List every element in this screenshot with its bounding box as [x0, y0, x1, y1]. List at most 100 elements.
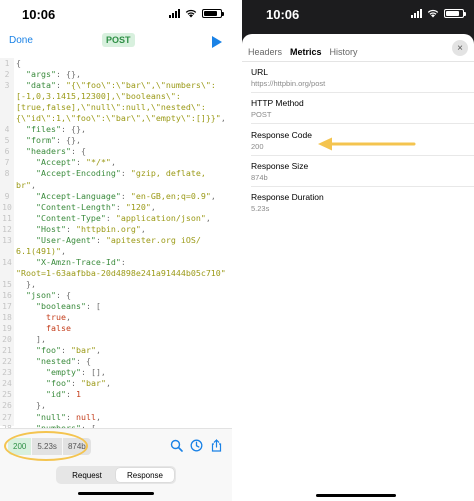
code-token: "{\"foo\":\"bar\",\"numbers\": — [65, 80, 216, 91]
metrics-screen: 10:06 Headers Metrics History × URL http… — [242, 0, 474, 501]
code-token: "id" — [45, 389, 66, 400]
tab-metrics[interactable]: Metrics — [290, 47, 322, 57]
tab-headers[interactable]: Headers — [248, 47, 282, 57]
play-icon[interactable] — [212, 36, 222, 48]
code-line: "foo": "bar", — [16, 345, 230, 356]
wifi-icon — [185, 9, 197, 18]
code-line: "Host": "httpbin.org", — [16, 224, 230, 235]
search-icon[interactable] — [170, 439, 183, 452]
code-token: : — [65, 389, 76, 400]
code-token: : [ — [85, 301, 101, 312]
code-token: : [], — [80, 367, 106, 378]
code-line: }, — [16, 400, 230, 411]
tab-history[interactable]: History — [330, 47, 358, 57]
code-token: "null" — [35, 411, 66, 422]
divider — [251, 123, 474, 124]
line-number: 17 — [2, 302, 12, 312]
code-token: , — [140, 223, 146, 234]
code-token: "bar" — [70, 345, 96, 356]
metric-value: 874b — [251, 173, 268, 182]
close-icon[interactable]: × — [452, 40, 468, 56]
metric-label: HTTP Method — [251, 98, 304, 108]
code-token: : {}, — [55, 135, 81, 146]
segment-request[interactable]: Request — [58, 468, 116, 482]
code-token: "httpbin.org" — [75, 223, 141, 234]
code-token: "Root=1-63aafbba-20d4898e241a91444b05c71… — [16, 267, 226, 278]
line-number: 13 — [2, 235, 12, 245]
code-token: "nested" — [35, 356, 76, 367]
code-line: "booleans": [ — [16, 301, 230, 312]
status-icons — [169, 9, 224, 18]
code-line: 6.1(491)", — [16, 246, 230, 257]
share-icon[interactable] — [210, 439, 223, 452]
code-line: "Root=1-63aafbba-20d4898e241a91444b05c71… — [16, 268, 230, 279]
line-number: 9 — [4, 191, 10, 201]
code-token: , — [31, 179, 36, 190]
metric-response-size: Response Size 874b — [251, 161, 467, 182]
code-token: "data" — [26, 80, 56, 91]
code-line: [-1,0,3.1415,12300],\"booleans\": — [16, 91, 230, 102]
signal-icon — [169, 9, 180, 18]
code-token: "Content-Type" — [35, 212, 106, 223]
method-badge: POST — [102, 33, 135, 47]
line-number: 18 — [2, 313, 12, 323]
code-token: "files" — [26, 124, 61, 135]
code-token: : — [70, 378, 81, 389]
code-token: "gzip, deflate, — [130, 168, 206, 179]
code-token: 6.1(491)" — [16, 245, 61, 256]
line-number: 26 — [2, 401, 12, 411]
divider — [251, 155, 474, 156]
code-token: : — [120, 190, 131, 201]
line-number: 4 — [4, 125, 10, 135]
metric-value: https://httpbin.org/post — [251, 79, 326, 88]
done-button[interactable]: Done — [9, 35, 33, 46]
code-token: ], — [16, 334, 46, 345]
line-number: 8 — [4, 169, 10, 179]
code-token: : — [120, 256, 126, 267]
wifi-icon — [427, 9, 439, 18]
response-body-code[interactable]: 1 2 3 4 5 6 7 8 9 10 11 12 13 14 15 16 17 18 19 20 21 22 23 24 2… — [0, 58, 232, 488]
segment-response[interactable]: Response — [116, 468, 174, 482]
code-token: "Host" — [35, 223, 66, 234]
code-token: , — [110, 157, 116, 168]
metric-url: URL https://httpbin.org/post — [251, 67, 467, 88]
code-line: "files": {}, — [16, 124, 230, 135]
code-token: : { — [70, 146, 86, 157]
code-line: "User-Agent": "apitester.org iOS/ — [16, 235, 230, 246]
code-token: : {}, — [55, 69, 81, 80]
code-token: , — [65, 312, 71, 323]
code-line: br", — [16, 180, 230, 191]
code-token: , — [95, 411, 101, 422]
battery-icon — [202, 9, 224, 18]
code-token: : — [95, 234, 106, 245]
response-screen: 10:06 Done POST 1 2 3 4 5 6 7 8 9 10 11 12 13 14 15 16 1… — [0, 0, 232, 501]
line-number: 27 — [2, 412, 12, 422]
status-time: 10:06 — [22, 7, 56, 22]
code-token: false — [45, 323, 71, 334]
line-number: 6 — [4, 147, 10, 157]
code-token: "User-Agent" — [35, 234, 96, 245]
history-icon[interactable] — [190, 439, 203, 452]
code-token: 1 — [75, 389, 81, 400]
code-line: { — [16, 58, 230, 69]
status-time: 10:06 — [266, 7, 300, 22]
line-number: 10 — [2, 202, 12, 212]
code-token: [true,false],\"null\":null,\"nested\": — [16, 102, 206, 113]
code-token: "application/json" — [115, 212, 206, 223]
line-number: 12 — [2, 224, 12, 234]
code-line: [true,false],\"null\":null,\"nested\": — [16, 102, 230, 113]
code-token: : — [60, 345, 71, 356]
code-token: br" — [16, 179, 31, 190]
code-token: : — [65, 411, 76, 422]
code-token: "X-Amzn-Trace-Id" — [35, 256, 121, 267]
code-token: , — [60, 245, 66, 256]
metrics-sheet: Headers Metrics History × URL https://ht… — [242, 34, 474, 501]
